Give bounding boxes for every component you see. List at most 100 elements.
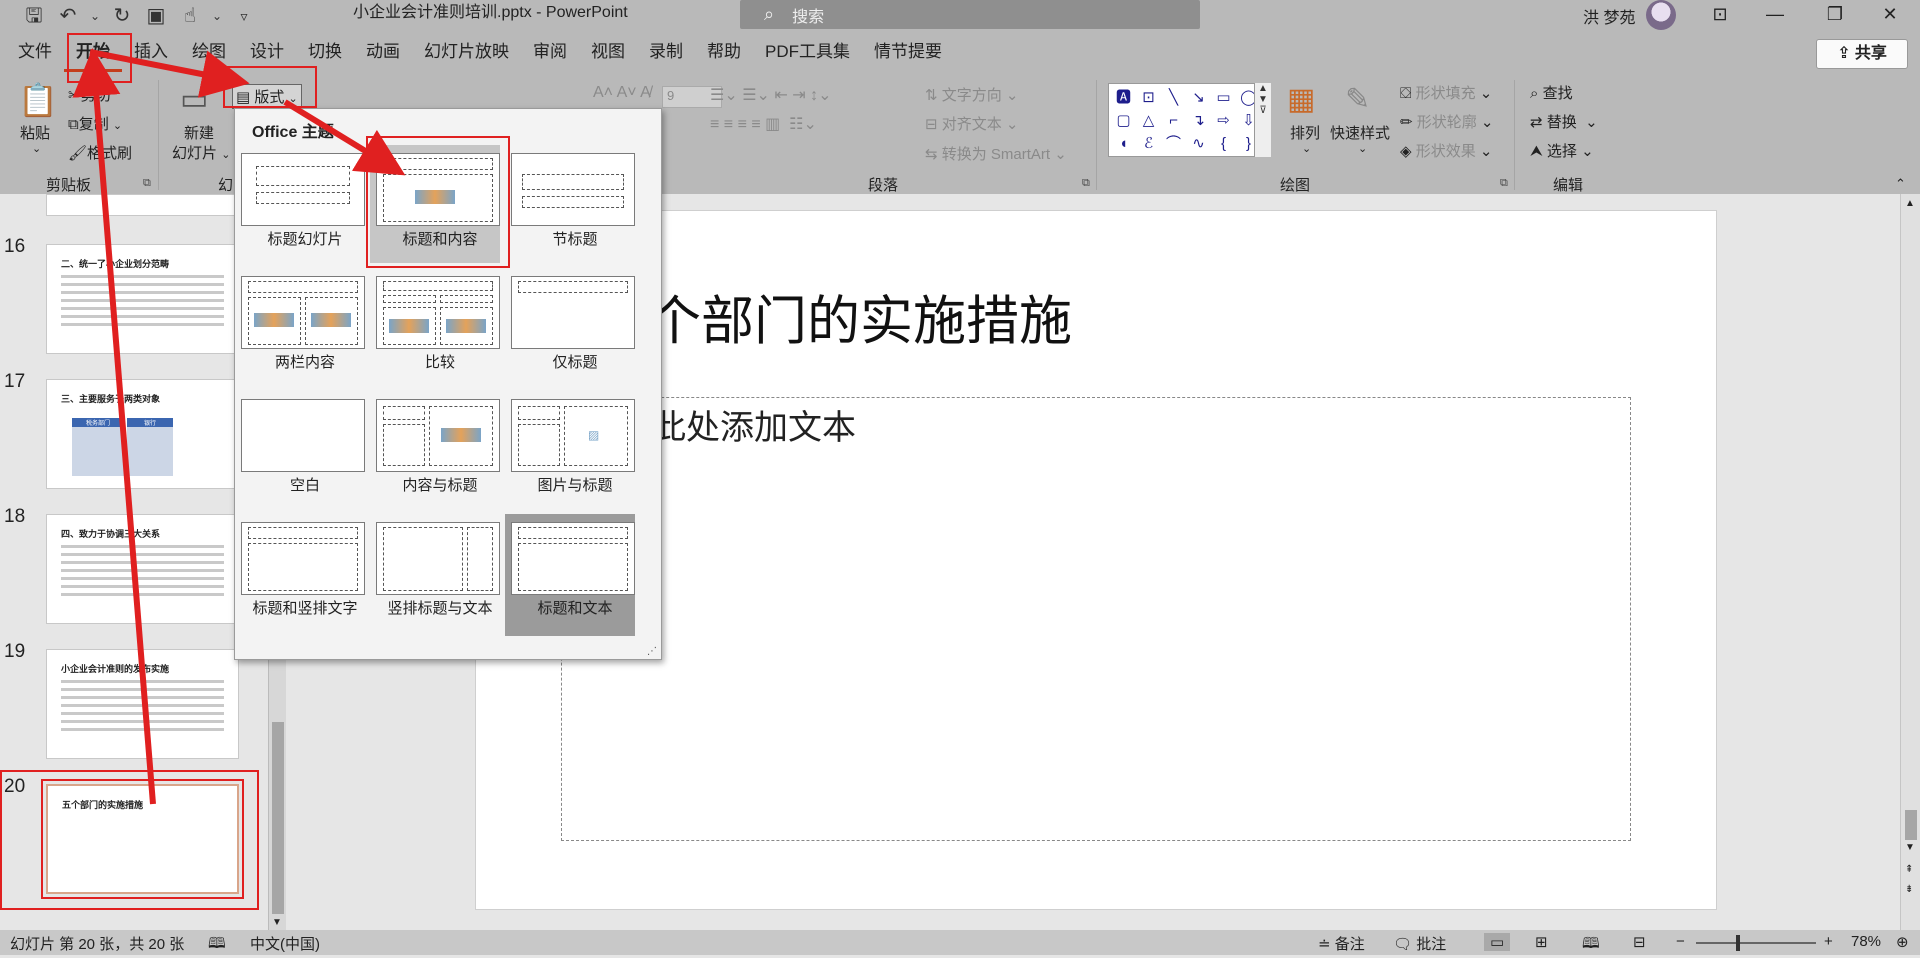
zoom-slider-knob[interactable] — [1736, 935, 1740, 951]
scroll-down-icon[interactable]: ▼ — [272, 917, 282, 928]
slide-thumbnail-15[interactable] — [46, 194, 239, 216]
copy-button[interactable]: ⧉复制 ⌄ — [68, 113, 122, 134]
shape-brace-left-icon[interactable]: { — [1211, 132, 1236, 155]
new-slide-icon[interactable]: ▭ — [180, 82, 208, 118]
shape-elbow-icon[interactable]: ⌐ — [1161, 109, 1186, 132]
shape-elbow-arrow-icon[interactable]: ↴ — [1186, 109, 1211, 132]
find-button[interactable]: ⌕ 查找 — [1530, 82, 1573, 103]
share-button[interactable]: ⇪ 共享 — [1816, 39, 1908, 69]
shapes-gallery[interactable]: 🅰 ⊡ ╲ ↘ ▭ ◯ ▢ △ ⌐ ↴ ⇨ ⇩ ◖ ℰ ⌒ ∿{} — [1108, 83, 1270, 157]
tab-view[interactable]: 视图 — [579, 32, 637, 72]
tab-storyboard[interactable]: 情节提要 — [862, 32, 954, 72]
scroll-up-icon[interactable]: ▲ — [1905, 198, 1915, 209]
quick-styles-icon[interactable]: ✎ — [1345, 82, 1370, 118]
format-painter-button[interactable]: 🖌格式刷 — [68, 142, 132, 163]
font-size-buttons[interactable]: A˄ A˅ A̸ — [593, 84, 651, 102]
layout-content-with-caption[interactable]: 内容与标题 — [370, 391, 500, 509]
close-icon[interactable]: ✕ — [1860, 0, 1920, 30]
layout-title-only[interactable]: 仅标题 — [505, 268, 635, 386]
scroll-thumb[interactable] — [272, 722, 284, 914]
slide-sorter-icon[interactable]: ⊞ — [1535, 933, 1548, 951]
new-slide-dropdown[interactable]: 幻灯片 ⌄ — [172, 142, 230, 163]
layout-two-content[interactable]: 两栏内容 — [235, 268, 365, 386]
arrange-label[interactable]: 排列 — [1290, 122, 1320, 143]
cut-button[interactable]: ✂剪切 — [68, 84, 111, 105]
resize-grip-icon[interactable]: ⋰ — [647, 646, 657, 657]
save-icon[interactable]: 🖫 — [22, 0, 46, 32]
slide-thumbnail-18[interactable]: 四、致力于协调三大关系 — [46, 514, 239, 624]
ribbon-display-options-icon[interactable]: ⊡ — [1690, 0, 1750, 30]
shape-effects-button[interactable]: ◈ 形状效果 ⌄ — [1400, 140, 1492, 161]
customize-qat-icon[interactable]: ▿ — [232, 0, 256, 32]
arrange-icon[interactable]: ▦ — [1287, 82, 1315, 118]
undo-icon[interactable]: ↶ — [56, 0, 80, 32]
tab-file[interactable]: 文件 — [6, 32, 64, 72]
new-slide-label[interactable]: 新建 — [184, 122, 214, 143]
editor-scrollbar[interactable]: ▲ ▼ ⇞ ⇟ — [1900, 194, 1920, 930]
slide-thumbnail-19[interactable]: 小企业会计准则的发布实施 — [46, 649, 239, 759]
alignment-icons[interactable]: ≡ ≡ ≡ ≡ ▥ ☷⌄ — [710, 114, 817, 134]
clipboard-launcher-icon[interactable]: ⧉ — [143, 177, 151, 190]
tab-pdf-tools[interactable]: PDF工具集 — [753, 32, 862, 72]
replace-button[interactable]: ⇄ 替换 ⌄ — [1530, 111, 1598, 132]
reading-view-icon[interactable]: 🕮 — [1582, 933, 1600, 958]
arrange-dropdown-icon[interactable]: ⌄ — [1302, 142, 1311, 155]
shape-freeform-icon[interactable]: ◖ — [1111, 132, 1136, 155]
layout-comparison[interactable]: 比较 — [370, 268, 500, 386]
shape-rounded-rect-icon[interactable]: ▢ — [1111, 109, 1136, 132]
shape-triangle-icon[interactable]: △ — [1136, 109, 1161, 132]
slideshow-view-icon[interactable]: ⊟ — [1633, 933, 1646, 951]
presentation-icon[interactable]: ▣ — [144, 0, 168, 32]
fit-to-window-icon[interactable]: ⊕ — [1896, 933, 1909, 951]
prev-slide-icon[interactable]: ⇞ — [1905, 864, 1913, 875]
paste-label[interactable]: 粘贴 — [20, 122, 50, 143]
redo-icon[interactable]: ↻ — [110, 0, 134, 32]
minimize-icon[interactable]: — — [1745, 0, 1805, 30]
user-name[interactable]: 洪 梦苑 — [1583, 4, 1635, 28]
shape-fill-button[interactable]: ⛋ 形状填充 ⌄ — [1400, 82, 1492, 103]
text-direction-button[interactable]: ⇅ 文字方向 ⌄ — [925, 84, 1019, 105]
layout-picture-with-caption[interactable]: ▨ 图片与标题 — [505, 391, 635, 509]
shapes-gallery-scroll[interactable]: ▲ ▼ ⊽ — [1254, 83, 1271, 157]
shape-curve-icon[interactable]: ∿ — [1186, 132, 1211, 155]
layout-blank[interactable]: 空白 — [235, 391, 365, 509]
notes-button[interactable]: ≐ 备注 — [1318, 933, 1365, 954]
copy-dropdown-icon[interactable]: ⌄ — [113, 120, 122, 132]
zoom-slider[interactable] — [1696, 942, 1816, 944]
select-button[interactable]: ⮝ 选择 ⌄ — [1530, 140, 1594, 161]
layout-title-and-vertical-text[interactable]: 标题和竖排文字 — [235, 514, 365, 632]
layout-title-slide[interactable]: 标题幻灯片 — [235, 145, 365, 263]
qat-more-dropdown-icon[interactable]: ⌄ — [212, 0, 222, 32]
tab-review[interactable]: 审阅 — [521, 32, 579, 72]
slide-title[interactable]: 个部门的实施措施 — [648, 279, 1072, 355]
tab-help[interactable]: 帮助 — [695, 32, 753, 72]
layout-title-and-text[interactable]: 标题和文本 — [505, 514, 635, 636]
shape-arrow-line-icon[interactable]: ↘ — [1186, 86, 1211, 109]
avatar[interactable] — [1646, 0, 1676, 30]
undo-dropdown-icon[interactable]: ⌄ — [90, 0, 100, 32]
bullets-icon[interactable]: ☰⌄ ☰⌄ ⇤ ⇥ ↕⌄ — [710, 85, 832, 105]
layout-vertical-title-and-text[interactable]: 竖排标题与文本 — [370, 514, 500, 632]
layout-section-header[interactable]: 节标题 — [505, 145, 635, 263]
paste-dropdown-icon[interactable]: ⌄ — [32, 142, 41, 155]
scroll-thumb[interactable] — [1905, 810, 1917, 840]
tab-slideshow[interactable]: 幻灯片放映 — [412, 32, 521, 72]
slide-thumbnail-16[interactable]: 二、统一了小企业划分范畴 — [46, 244, 239, 354]
tab-record[interactable]: 录制 — [637, 32, 695, 72]
quick-styles-dropdown-icon[interactable]: ⌄ — [1358, 142, 1367, 155]
accessibility-icon[interactable]: 🕮 — [208, 933, 226, 958]
content-placeholder[interactable]: 此处添加文本 — [561, 397, 1631, 841]
zoom-out-icon[interactable]: − — [1676, 933, 1685, 950]
drawing-launcher-icon[interactable]: ⧉ — [1500, 177, 1508, 190]
touch-mode-icon[interactable]: ☝ — [178, 0, 202, 32]
shape-line-icon[interactable]: ╲ — [1161, 86, 1186, 109]
shape-arc-icon[interactable]: ⌒ — [1161, 132, 1186, 155]
shape-right-arrow-icon[interactable]: ⇨ — [1211, 109, 1236, 132]
shape-rect-icon[interactable]: ▭ — [1211, 86, 1236, 109]
collapse-ribbon-icon[interactable]: ⌃ — [1895, 176, 1906, 192]
tab-animations[interactable]: 动画 — [354, 32, 412, 72]
comments-button[interactable]: 🗨 批注 — [1393, 933, 1446, 954]
shape-textbox-icon[interactable]: 🅰 — [1111, 86, 1136, 109]
restore-icon[interactable]: ❐ — [1805, 0, 1865, 30]
quick-styles-label[interactable]: 快速样式 — [1330, 122, 1390, 143]
